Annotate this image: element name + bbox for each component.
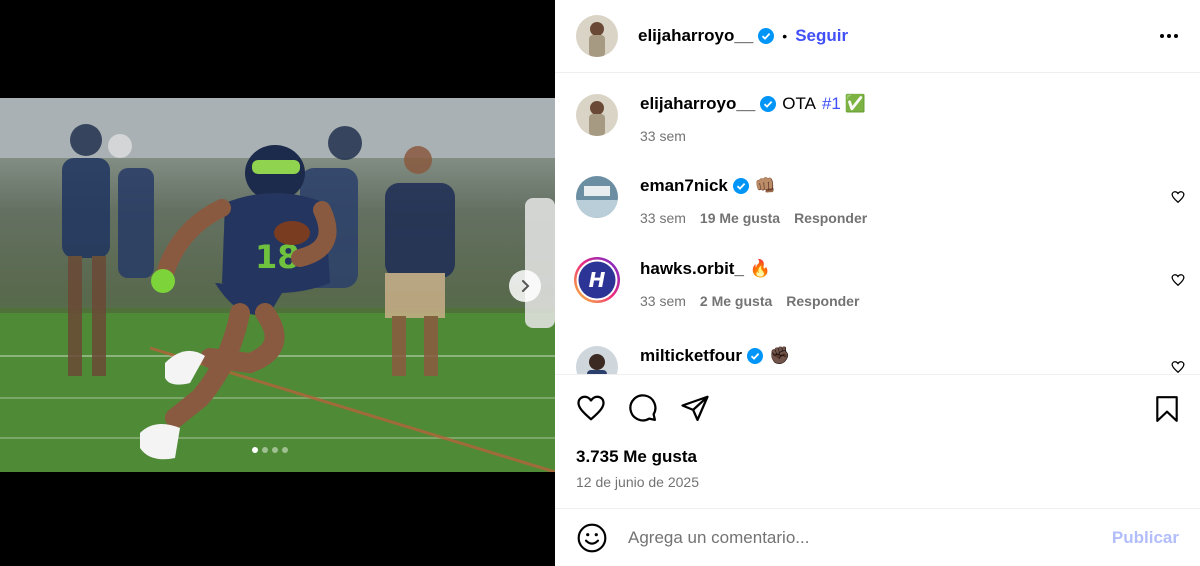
comment-likes[interactable]: 2 Me gusta — [700, 293, 772, 309]
reply-button[interactable]: Responder — [786, 293, 859, 309]
carousel-dot — [252, 447, 258, 453]
separator-dot: • — [782, 28, 788, 44]
comment-likes[interactable]: 19 Me gusta — [700, 210, 780, 226]
caption-emoji: ✅ — [844, 94, 867, 113]
comment-text: 👊🏽 — [754, 176, 777, 195]
more-options-icon[interactable] — [1158, 25, 1180, 47]
comments-list[interactable]: elijaharroyo__ OTA #1 ✅ 33 sem eman7nick — [555, 74, 1200, 374]
caption-text: OTA — [782, 94, 816, 113]
share-icon[interactable] — [680, 393, 710, 423]
author-username[interactable]: elijaharroyo__ — [638, 26, 753, 46]
commenter-username[interactable]: hawks.orbit_ — [640, 259, 744, 279]
verified-icon — [758, 28, 775, 44]
publish-button[interactable]: Publicar — [1112, 528, 1179, 548]
post-photo[interactable]: 18 — [0, 98, 555, 472]
comment-like-icon[interactable] — [1171, 190, 1185, 204]
commenter-username[interactable]: eman7nick — [640, 176, 728, 196]
comment-composer: Publicar — [555, 508, 1200, 566]
next-slide-button[interactable] — [509, 270, 541, 302]
caption-username[interactable]: elijaharroyo__ — [640, 94, 755, 114]
comment-like-icon[interactable] — [1171, 273, 1185, 287]
post-date[interactable]: 12 de junio de 2025 — [576, 474, 699, 490]
post-photo-illustration: 18 — [0, 98, 555, 472]
comment-text: ✊🏿 — [769, 346, 791, 365]
save-icon[interactable] — [1154, 395, 1180, 423]
next-arrow-icon — [522, 280, 530, 292]
post-actions: 3.735 Me gusta 12 de junio de 2025 — [555, 374, 1200, 508]
post-header: elijaharroyo__ • Seguir — [555, 0, 1200, 73]
verified-icon — [760, 96, 777, 112]
like-icon[interactable] — [576, 393, 606, 423]
reply-button[interactable]: Responder — [794, 210, 867, 226]
caption-avatar[interactable] — [576, 94, 618, 136]
media-pane: 18 — [0, 0, 555, 566]
like-count[interactable]: 3.735 Me gusta — [576, 447, 697, 467]
comment-input[interactable] — [628, 527, 1112, 548]
comment-like-icon[interactable] — [1171, 360, 1185, 374]
comment-icon[interactable] — [628, 393, 658, 423]
carousel-dot — [262, 447, 268, 453]
verified-icon — [747, 348, 764, 364]
comment-text: 🔥 — [749, 259, 772, 278]
author-avatar[interactable] — [576, 15, 618, 57]
svg-text:H: H — [589, 268, 606, 292]
commenter-avatar[interactable] — [576, 346, 618, 374]
follow-button[interactable]: Seguir — [795, 26, 848, 46]
comment-time[interactable]: 33 sem — [640, 210, 686, 226]
comment-time[interactable]: 33 sem — [640, 293, 686, 309]
commenter-avatar[interactable]: H — [573, 256, 621, 304]
carousel-dot — [272, 447, 278, 453]
carousel-dot — [282, 447, 288, 453]
commenter-avatar[interactable] — [576, 176, 618, 218]
commenter-username[interactable]: milticketfour — [640, 346, 742, 366]
caption-hashtag[interactable]: #1 — [822, 94, 841, 114]
carousel-indicator — [252, 447, 288, 453]
post-side-panel: elijaharroyo__ • Seguir elijaharroyo__ O… — [555, 0, 1200, 566]
emoji-icon[interactable] — [576, 522, 608, 554]
verified-icon — [732, 178, 749, 194]
caption-time[interactable]: 33 sem — [640, 128, 686, 144]
